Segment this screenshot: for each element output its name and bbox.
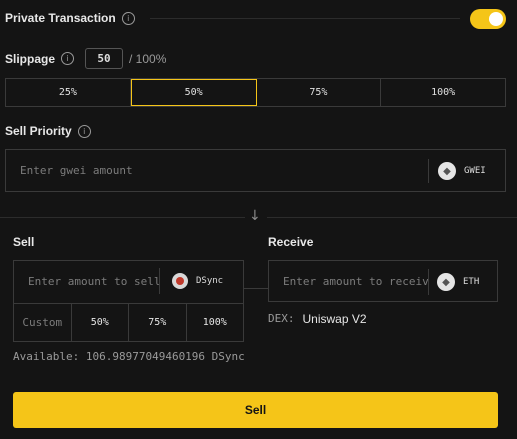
arrow-down-icon: ↓ — [249, 208, 261, 224]
slippage-suffix: / 100% — [129, 51, 167, 66]
ethereum-icon: ◆ — [437, 273, 455, 291]
ethereum-icon: ◆ — [438, 162, 456, 180]
private-transaction-label: Private Transaction — [5, 11, 116, 25]
slippage-label: Slippage — [5, 51, 56, 66]
sell-token[interactable]: DSync — [172, 273, 223, 289]
sell-label: Sell — [13, 235, 35, 249]
slippage-options: 25% 50% 75% 100% — [5, 78, 506, 107]
slippage-option-25[interactable]: 25% — [6, 79, 131, 106]
dex-info: DEX: Uniswap V2 — [268, 312, 367, 326]
receive-box: Enter amount to receiv ◆ ETH — [268, 260, 498, 302]
receive-label: Receive — [268, 235, 314, 249]
receive-amount-input[interactable]: Enter amount to receiv — [283, 275, 428, 288]
slippage-option-75[interactable]: 75% — [257, 79, 382, 106]
private-transaction-row: Private Transaction i — [5, 11, 135, 25]
private-transaction-toggle[interactable] — [470, 9, 506, 29]
divider — [0, 217, 245, 218]
gwei-unit: ◆ GWEI — [438, 162, 486, 180]
gwei-field[interactable]: Enter gwei amount ◆ GWEI — [5, 149, 506, 192]
sell-amount-input[interactable]: Enter amount to sell — [28, 275, 160, 288]
slippage-row: Slippage i 50 / 100% — [5, 48, 166, 69]
divider — [159, 268, 160, 294]
sell-percent-options: Custom 50% 75% 100% — [14, 304, 243, 341]
slippage-option-50[interactable]: 50% — [130, 79, 257, 106]
sell-button[interactable]: Sell — [13, 392, 498, 428]
toggle-knob — [489, 12, 503, 26]
sell-priority-row: Sell Priority i — [5, 124, 91, 138]
gwei-input[interactable]: Enter gwei amount — [20, 164, 133, 177]
divider — [428, 159, 429, 183]
divider — [150, 18, 460, 19]
sell-option-100[interactable]: 100% — [187, 304, 244, 341]
connector-line — [244, 288, 268, 289]
dex-value: Uniswap V2 — [302, 312, 367, 326]
dsync-token-icon — [172, 273, 188, 289]
gwei-unit-label: GWEI — [464, 166, 486, 176]
info-icon[interactable]: i — [121, 11, 135, 25]
sell-option-75[interactable]: 75% — [129, 304, 187, 341]
sell-option-50[interactable]: 50% — [72, 304, 129, 341]
receive-token[interactable]: ◆ ETH — [437, 273, 479, 291]
available-balance: Available: 106.98977049460196 DSync — [13, 350, 245, 363]
info-icon[interactable]: i — [61, 52, 75, 65]
divider — [267, 217, 517, 218]
sell-custom-option[interactable]: Custom — [14, 304, 72, 341]
slippage-input[interactable]: 50 — [85, 48, 124, 69]
sell-box: Enter amount to sell DSync Custom 50% 75… — [13, 260, 244, 342]
info-icon[interactable]: i — [77, 124, 91, 138]
sell-token-label: DSync — [196, 276, 224, 286]
divider — [428, 269, 429, 295]
slippage-option-100[interactable]: 100% — [381, 79, 505, 106]
sell-priority-label: Sell Priority — [5, 124, 72, 138]
receive-token-label: ETH — [463, 277, 480, 287]
dex-label: DEX: — [268, 312, 295, 325]
